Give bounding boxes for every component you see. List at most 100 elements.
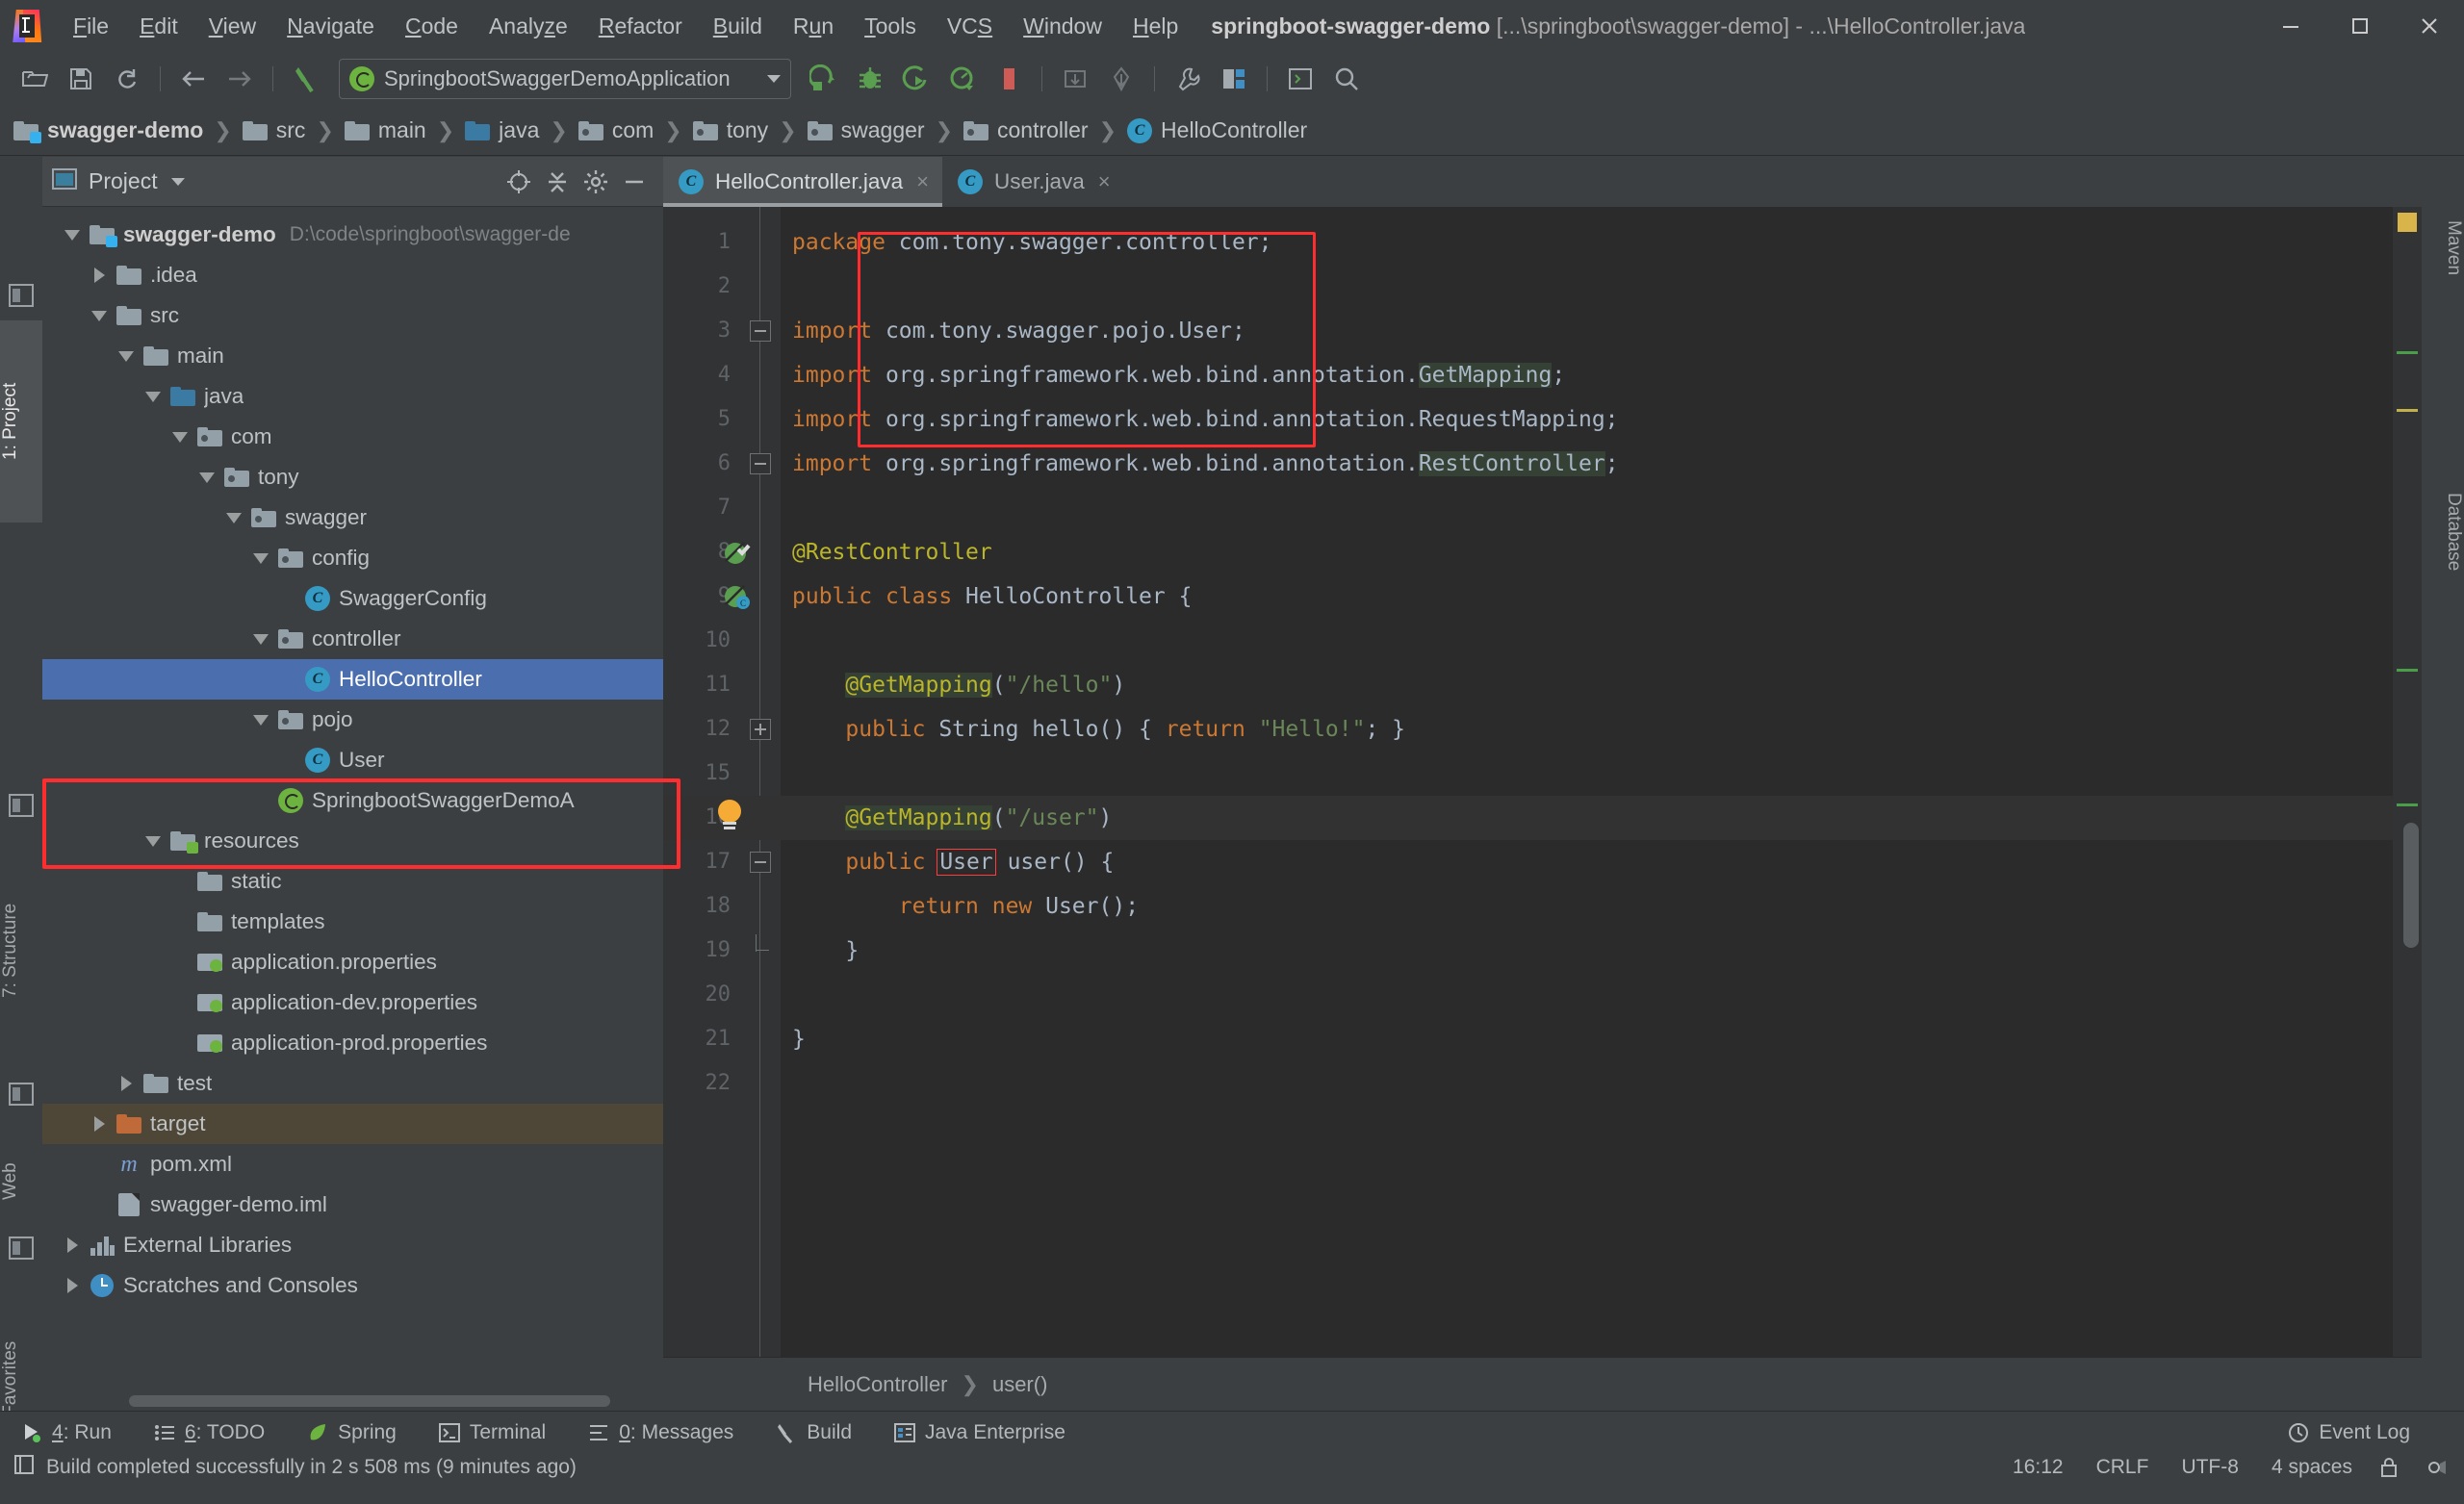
editor-tab-HelloController-java[interactable]: CHelloController.java× bbox=[663, 157, 942, 207]
read-only-lock-icon[interactable] bbox=[2377, 1456, 2400, 1479]
indent-setting[interactable]: 4 spaces bbox=[2272, 1456, 2352, 1479]
menu-item-code[interactable]: Code bbox=[392, 10, 472, 43]
tree-node[interactable]: com bbox=[42, 417, 663, 457]
close-button[interactable] bbox=[2395, 0, 2464, 52]
tree-twisty[interactable] bbox=[112, 1076, 141, 1091]
breadcrumb-item-swagger-demo[interactable]: swagger-demo bbox=[13, 117, 203, 143]
tree-node[interactable]: config bbox=[42, 538, 663, 578]
tree-twisty[interactable] bbox=[85, 268, 114, 283]
event-log-area[interactable]: Event Log bbox=[2280, 1416, 2464, 1449]
caret-position[interactable]: 16:12 bbox=[2013, 1456, 2064, 1479]
tree-twisty[interactable] bbox=[246, 715, 275, 726]
breadcrumb-item-main[interactable]: main bbox=[345, 117, 426, 143]
editor-breadcrumb-item[interactable]: user() bbox=[992, 1372, 1047, 1397]
run-configuration-selector[interactable]: SpringbootSwaggerDemoApplication bbox=[339, 59, 791, 99]
breadcrumb-item-java[interactable]: java bbox=[465, 117, 539, 143]
maximize-button[interactable] bbox=[2325, 0, 2395, 52]
locate-file-icon[interactable] bbox=[500, 163, 538, 201]
profile-icon[interactable] bbox=[942, 59, 983, 99]
menu-item-window[interactable]: Window bbox=[1010, 10, 1116, 43]
hide-panel-icon[interactable] bbox=[615, 163, 654, 201]
breadcrumb-item-tony[interactable]: tony bbox=[693, 117, 768, 143]
spring-bean-class-icon[interactable]: C bbox=[723, 582, 752, 611]
project-structure-icon[interactable] bbox=[1214, 59, 1254, 99]
tree-node[interactable]: static bbox=[42, 861, 663, 902]
close-icon[interactable]: × bbox=[1098, 169, 1111, 194]
tree-node[interactable]: java bbox=[42, 376, 663, 417]
intention-bulb-icon[interactable] bbox=[715, 800, 744, 832]
menu-item-analyze[interactable]: Analyze bbox=[475, 10, 581, 43]
tree-twisty[interactable] bbox=[58, 1278, 87, 1293]
tree-node[interactable]: swagger-demoD:\code\springboot\swagger-d… bbox=[42, 215, 663, 255]
tree-node[interactable]: SpringbootSwaggerDemoA bbox=[42, 780, 663, 821]
tool-window-spring[interactable]: Spring bbox=[299, 1416, 402, 1449]
tree-twisty[interactable] bbox=[85, 1116, 114, 1132]
tree-twisty[interactable] bbox=[219, 513, 248, 523]
fold-toggle-12[interactable] bbox=[750, 719, 771, 740]
close-icon[interactable]: × bbox=[916, 169, 929, 194]
tree-node[interactable]: controller bbox=[42, 619, 663, 659]
update-project-icon[interactable] bbox=[1055, 59, 1095, 99]
menu-item-vcs[interactable]: VCS bbox=[934, 10, 1006, 43]
tree-twisty[interactable] bbox=[192, 472, 221, 483]
fold-toggle-17[interactable] bbox=[750, 852, 771, 873]
tree-node[interactable]: pojo bbox=[42, 700, 663, 740]
tree-node[interactable]: .idea bbox=[42, 255, 663, 295]
search-everywhere-icon[interactable] bbox=[1326, 59, 1367, 99]
menu-item-refactor[interactable]: Refactor bbox=[585, 10, 696, 43]
tree-twisty[interactable] bbox=[139, 392, 167, 402]
menu-item-edit[interactable]: Edit bbox=[126, 10, 192, 43]
editor-tab-User-java[interactable]: CUser.java× bbox=[942, 157, 1124, 207]
tool-window-database[interactable]: Database bbox=[2422, 426, 2464, 638]
menu-item-file[interactable]: File bbox=[60, 10, 122, 43]
tool-window-structure[interactable]: 7: Structure bbox=[0, 830, 42, 1071]
tool-window-messages[interactable]: 0: Messages bbox=[580, 1416, 739, 1449]
breadcrumb-item-swagger[interactable]: swagger bbox=[808, 117, 925, 143]
breadcrumb-item-src[interactable]: src bbox=[243, 117, 306, 143]
tree-node[interactable]: CSwaggerConfig bbox=[42, 578, 663, 619]
tree-twisty[interactable] bbox=[166, 432, 194, 443]
commit-icon[interactable] bbox=[1101, 59, 1142, 99]
tree-twisty[interactable] bbox=[246, 553, 275, 564]
forward-arrow-icon[interactable] bbox=[219, 59, 260, 99]
tree-node[interactable]: target bbox=[42, 1104, 663, 1144]
tree-node[interactable]: main bbox=[42, 336, 663, 376]
scrollbar-thumb[interactable] bbox=[129, 1395, 610, 1407]
run-with-coverage-icon[interactable] bbox=[896, 59, 937, 99]
breadcrumb-item-com[interactable]: com bbox=[578, 117, 654, 143]
chevron-down-icon[interactable] bbox=[171, 178, 185, 186]
tool-window-terminal[interactable]: Terminal bbox=[431, 1416, 552, 1449]
run-icon[interactable] bbox=[804, 59, 844, 99]
settings-wrench-icon[interactable] bbox=[1168, 59, 1208, 99]
tree-twisty[interactable] bbox=[85, 311, 114, 321]
tool-window-run[interactable]: 4: Run bbox=[13, 1416, 117, 1449]
minimize-button[interactable] bbox=[2256, 0, 2325, 52]
tree-node[interactable]: CUser bbox=[42, 740, 663, 780]
breadcrumb-item-controller[interactable]: controller bbox=[963, 117, 1089, 143]
tree-node[interactable]: src bbox=[42, 295, 663, 336]
tree-node[interactable]: templates bbox=[42, 902, 663, 942]
tool-window-event-log[interactable]: Event Log bbox=[2280, 1416, 2416, 1449]
intention-bulb-icon[interactable] bbox=[715, 800, 744, 828]
tool-window-build[interactable]: Build bbox=[768, 1416, 858, 1449]
tool-window-java-enterprise[interactable]: Java Enterprise bbox=[886, 1416, 1071, 1449]
editor-marker-bar[interactable] bbox=[2393, 207, 2422, 1411]
tree-node[interactable]: application-dev.properties bbox=[42, 982, 663, 1023]
menu-item-build[interactable]: Build bbox=[700, 10, 776, 43]
tree-node[interactable]: swagger-demo.iml bbox=[42, 1185, 663, 1225]
tree-node[interactable]: application.properties bbox=[42, 942, 663, 982]
tree-twisty[interactable] bbox=[58, 1237, 87, 1253]
collapse-all-icon[interactable] bbox=[538, 163, 577, 201]
menu-item-run[interactable]: Run bbox=[780, 10, 847, 43]
code-text-area[interactable]: package com.tony.swagger.controller;impo… bbox=[781, 207, 2422, 1411]
tree-twisty[interactable] bbox=[58, 230, 87, 241]
editor-scrollbar-thumb[interactable] bbox=[2403, 823, 2419, 948]
tool-window-todo[interactable]: 6: TODO bbox=[146, 1416, 270, 1449]
spring-bean-checked-icon[interactable] bbox=[723, 538, 752, 567]
fold-toggle-3[interactable] bbox=[750, 320, 771, 342]
inspections-icon[interactable] bbox=[2426, 1456, 2449, 1479]
debug-icon[interactable] bbox=[850, 59, 890, 99]
line-separator[interactable]: CRLF bbox=[2096, 1456, 2149, 1479]
tree-node[interactable]: swagger bbox=[42, 497, 663, 538]
tree-node[interactable]: application-prod.properties bbox=[42, 1023, 663, 1063]
